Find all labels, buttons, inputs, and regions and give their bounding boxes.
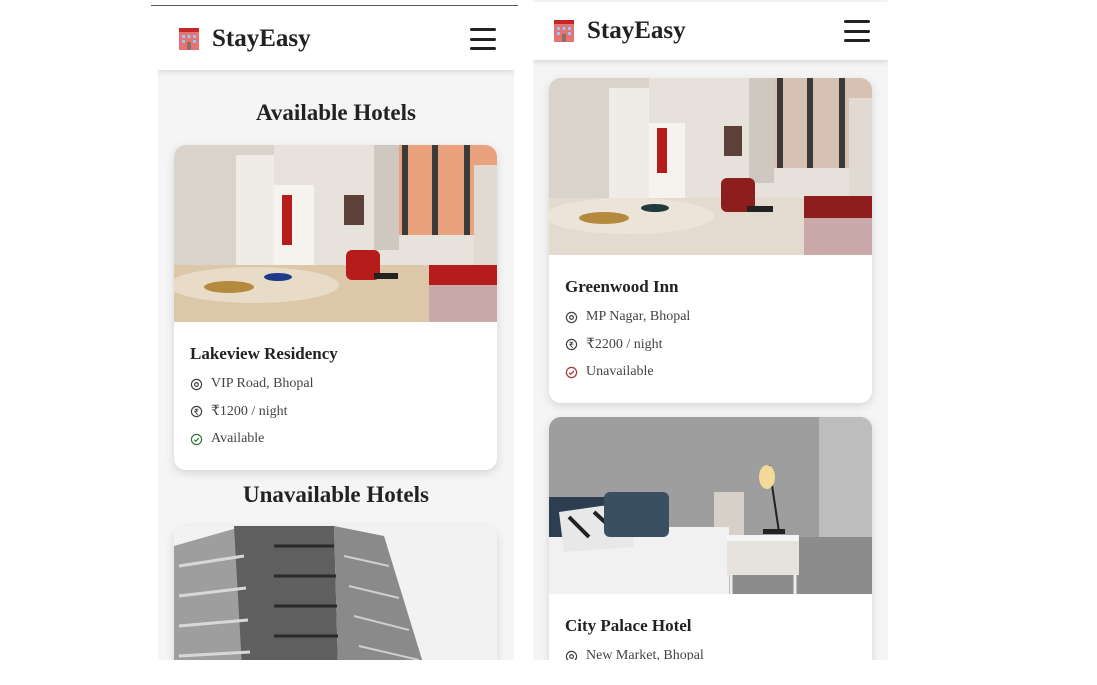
hotel-name: Greenwood Inn [565, 277, 679, 296]
hotel-card[interactable]: Greenwood Inn MP Nagar, Bhopal ₹2200 / n… [549, 78, 872, 403]
hotel-card[interactable] [174, 526, 497, 660]
available-hotels-title: Available Hotels [256, 100, 416, 125]
check-circle-icon [190, 433, 203, 445]
top-divider [151, 5, 518, 6]
brand[interactable]: StayEasy [551, 17, 686, 45]
hotel-location: New Market, Bhopal [565, 648, 856, 660]
status-text: Available [211, 431, 265, 446]
hamburger-menu-icon[interactable] [844, 20, 870, 42]
hotel-status: Available [190, 431, 481, 447]
brand-name: StayEasy [587, 17, 686, 44]
hotel-building-icon [554, 20, 574, 42]
hotel-card[interactable]: Lakeview Residency VIP Road, Bhopal ₹120… [174, 145, 497, 470]
hotel-name: City Palace Hotel [565, 616, 692, 635]
card-body: Greenwood Inn MP Nagar, Bhopal ₹2200 / n… [549, 255, 872, 403]
hotel-name: Lakeview Residency [190, 344, 338, 363]
hamburger-menu-icon[interactable] [470, 28, 496, 50]
rupee-icon [190, 405, 203, 418]
brand-name: StayEasy [212, 25, 311, 52]
location-text: New Market, Bhopal [586, 648, 704, 660]
location-text: MP Nagar, Bhopal [586, 309, 691, 324]
unavailable-hotels-title: Unavailable Hotels [243, 482, 429, 507]
card-body: Lakeview Residency VIP Road, Bhopal ₹120… [174, 322, 497, 470]
price-text: ₹1200 / night [211, 404, 288, 419]
hotel-location: MP Nagar, Bhopal [565, 309, 856, 325]
card-body: City Palace Hotel New Market, Bhopal [549, 594, 872, 660]
location-pin-icon [565, 650, 578, 660]
navbar: StayEasy [158, 8, 514, 70]
hotel-status: Unavailable [565, 364, 856, 380]
location-text: VIP Road, Bhopal [211, 376, 314, 391]
hotel-card[interactable]: City Palace Hotel New Market, Bhopal [549, 417, 872, 660]
modern-apartment-interior-image [549, 78, 872, 255]
highrise-building-image [174, 526, 497, 660]
price-text: ₹2200 / night [586, 337, 663, 352]
hotel-building-icon [179, 28, 199, 50]
rupee-icon [565, 338, 578, 351]
hotel-price: ₹2200 / night [565, 336, 856, 353]
hotel-price: ₹1200 / night [190, 403, 481, 420]
left-screen: StayEasy Available Hotels Lakeview Resid… [158, 8, 514, 660]
right-screen: StayEasy Greenwood Inn MP Nagar, Bhopal … [533, 0, 888, 660]
modern-apartment-interior-image [174, 145, 497, 322]
cross-circle-icon [565, 366, 578, 378]
brand[interactable]: StayEasy [176, 25, 311, 53]
location-pin-icon [190, 378, 203, 390]
bedroom-with-lamp-image [549, 417, 872, 594]
location-pin-icon [565, 311, 578, 323]
hotel-location: VIP Road, Bhopal [190, 376, 481, 392]
status-text: Unavailable [586, 364, 654, 379]
navbar: StayEasy [533, 2, 888, 60]
